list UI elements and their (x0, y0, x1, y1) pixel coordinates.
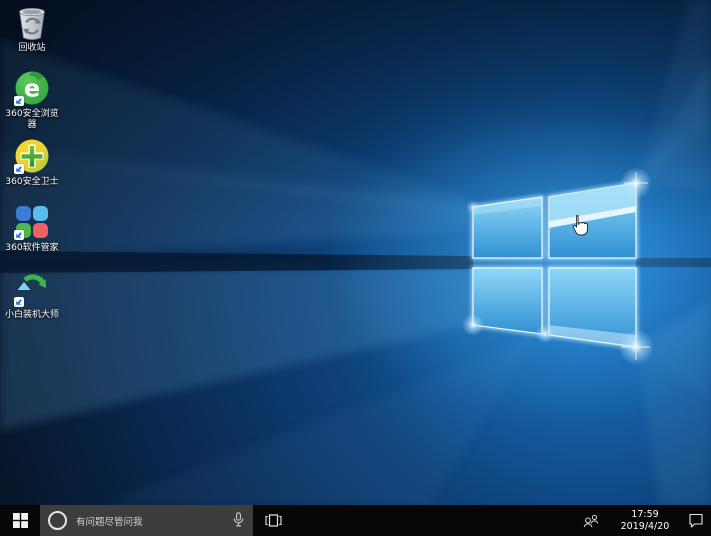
desktop-icon-label: 360软件管家 (5, 243, 59, 253)
wallpaper-image (0, 0, 711, 505)
shortcut-arrow-icon (14, 297, 24, 307)
desktop-icon-360-browser[interactable]: e 360安全浏览器 (0, 69, 64, 131)
windows-logo-icon (12, 513, 28, 528)
cortana-search-box[interactable]: 有问题尽管问我 (40, 505, 253, 536)
shortcut-arrow-icon (14, 96, 24, 106)
desktop-icon-xiaobai-installer[interactable]: 小白装机大师 (0, 270, 64, 321)
clock-time: 17:59 (631, 508, 659, 520)
recycle-bin-icon (19, 8, 45, 40)
people-button[interactable] (579, 505, 603, 536)
people-icon (583, 514, 598, 527)
desktop-icon-recycle-bin[interactable]: 回收站 (0, 3, 64, 54)
start-button[interactable] (0, 505, 40, 536)
shortcut-arrow-icon (14, 164, 24, 174)
taskbar-empty-area (286, 505, 579, 536)
svg-text:e: e (24, 75, 40, 103)
desktop[interactable]: 回收站 e 360安全浏览器 360安全卫士 360软件管家 小白装机大师 (0, 0, 711, 505)
task-view-icon (264, 514, 282, 527)
desktop-icon-360-safeguard[interactable]: 360安全卫士 (0, 137, 64, 188)
search-input[interactable]: 有问题尽管问我 (76, 514, 143, 528)
shortcut-arrow-icon (14, 230, 24, 240)
desktop-icon-label: 回收站 (18, 43, 46, 53)
taskbar: 有问题尽管问我 17:59 2019/4/20 (0, 505, 711, 536)
clock-date: 2019/4/20 (620, 520, 670, 532)
taskbar-clock[interactable]: 17:59 2019/4/20 (613, 505, 677, 536)
action-center-button[interactable] (681, 505, 711, 536)
desktop-icon-label: 360安全浏览器 (5, 109, 59, 130)
microphone-icon[interactable] (232, 512, 245, 528)
desktop-icon-label: 小白装机大师 (4, 310, 59, 320)
task-view-button[interactable] (260, 505, 286, 536)
cortana-icon (48, 511, 67, 530)
desktop-icon-360-software-manager[interactable]: 360软件管家 (0, 203, 64, 254)
action-center-icon (689, 513, 703, 528)
desktop-icon-label: 360安全卫士 (5, 177, 59, 187)
